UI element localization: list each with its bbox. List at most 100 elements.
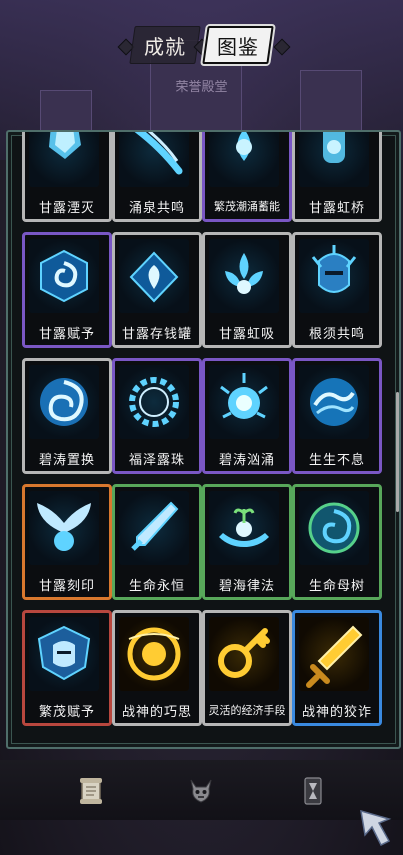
codex-card[interactable]: 根须共鸣 [292,232,382,348]
laurel-wreath-icon [129,377,179,427]
scrollbar[interactable] [396,392,399,512]
crowned-helmet-icon [37,625,91,681]
card-label: 涌泉共鸣 [115,193,199,219]
card-label: 生命永恒 [115,571,199,597]
golden-sword-icon [306,625,363,688]
card-art [29,132,99,187]
codex-card[interactable]: 碧涛汹涌 [202,358,292,474]
codex-card[interactable]: 生命母树 [292,484,382,600]
water-flask-icon [323,132,345,163]
card-label: 甘露虹桥 [295,193,379,219]
card-art [209,365,279,439]
tab-achievements[interactable]: 成就 [132,26,198,64]
codex-card[interactable]: 生命永恒 [112,484,202,600]
codex-card[interactable]: 灵活的经济手段 [202,610,292,726]
water-sword-icon [131,501,179,551]
golden-orb-icon [127,627,181,681]
codex-card[interactable]: 甘露虹吸 [202,232,292,348]
codex-panel: 甘露湮灭 涌泉共鸣 繁茂潮涌蓄能 甘露虹桥甘露赋予 甘露存钱罐 甘露虹吸 根须共鸣碧涛置换福… [6,130,401,749]
card-label: 甘露赋予 [25,319,109,345]
hall-title: 荣誉殿堂 [175,80,228,95]
panel-corner [389,737,399,747]
card-label: 灵活的经济手段 [205,697,289,723]
codex-card[interactable]: 生生不息 [292,358,382,474]
card-art [29,239,99,313]
wave-orb-icon [310,378,358,426]
hourglass-card-icon [304,777,322,805]
card-art [119,239,189,313]
card-label: 甘露存钱罐 [115,319,199,345]
arrow-cursor-icon [360,809,392,847]
swirl-icon [40,378,88,426]
nav-hourglass-button[interactable] [296,774,330,808]
codex-card[interactable]: 甘露湮灭 [22,132,112,222]
card-label: 生生不息 [295,445,379,471]
panel-corner [389,132,399,142]
card-art [299,617,369,691]
demon-skull-icon [190,779,212,803]
lotus-wave-icon [236,132,252,161]
splash-orb-icon [220,373,268,419]
card-art [29,365,99,439]
codex-card[interactable]: 甘露刻印 [22,484,112,600]
codex-card[interactable]: 战神的狡诈 [292,610,382,726]
panel-corner [8,737,18,747]
crystal-icon [49,132,81,159]
card-label: 碧涛置换 [25,445,109,471]
card-label: 根须共鸣 [295,319,379,345]
card-art [119,365,189,439]
card-label: 甘露虹吸 [205,319,289,345]
water-slash-icon [134,132,183,175]
card-label: 甘露刻印 [25,571,109,597]
green-vortex-icon [308,502,360,554]
water-vortex-icon [40,249,88,303]
codex-card[interactable]: 碧海律法 [202,484,292,600]
codex-card[interactable]: 甘露虹桥 [292,132,382,222]
codex-card[interactable]: 甘露存钱罐 [112,232,202,348]
card-art [209,239,279,313]
top-tab-bar: 成就 图鉴 [0,18,403,74]
card-label: 繁茂潮涌蓄能 [205,193,289,219]
nav-demon-button[interactable] [184,774,218,808]
card-art [299,132,369,187]
winged-vortex-icon [37,503,91,551]
card-label: 甘露湮灭 [25,193,109,219]
panel-corner [8,132,18,142]
card-art [29,491,99,565]
card-label: 碧涛汹涌 [205,445,289,471]
codex-card[interactable]: 涌泉共鸣 [112,132,202,222]
card-art [119,132,189,187]
card-label: 生命母树 [295,571,379,597]
card-art [299,491,369,565]
card-art [209,132,279,187]
card-art [119,491,189,565]
codex-card[interactable]: 繁茂潮涌蓄能 [202,132,292,222]
codex-card[interactable]: 碧涛置换 [22,358,112,474]
card-label: 战神的狡诈 [295,697,379,723]
card-art [299,239,369,313]
codex-card[interactable]: 战神的巧思 [112,610,202,726]
bottom-nav [0,760,403,820]
card-art [119,617,189,691]
tab-codex[interactable]: 图鉴 [205,26,271,64]
codex-card[interactable]: 繁茂赋予 [22,610,112,726]
codex-card[interactable]: 甘露赋予 [22,232,112,348]
codex-card[interactable]: 福泽露珠 [112,358,202,474]
sprout-hands-icon [219,508,269,547]
water-heart-icon [129,251,179,303]
card-label: 碧海律法 [205,571,289,597]
card-label: 福泽露珠 [115,445,199,471]
scroll-icon [80,778,102,804]
tab-ornament [273,38,291,56]
card-art [299,365,369,439]
card-label: 繁茂赋予 [25,697,109,723]
card-label: 战神的巧思 [115,697,199,723]
golden-key-icon [218,628,270,678]
card-art [29,617,99,691]
water-helmet-icon [311,245,357,293]
card-art [209,617,279,691]
corner-arrow-button[interactable] [355,805,395,849]
card-art [209,491,279,565]
nav-scroll-button[interactable] [74,774,108,808]
water-flower-icon [225,253,263,294]
